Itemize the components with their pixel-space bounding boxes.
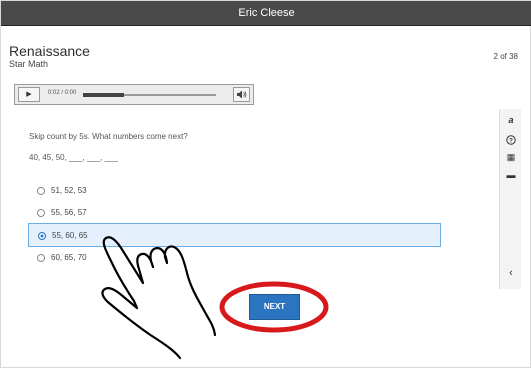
pointing-hand-icon xyxy=(101,236,217,360)
highlight-circle xyxy=(219,281,329,333)
app-window: Eric Cleese Renaissance Star Math 2 of 3… xyxy=(0,0,531,368)
annotation-overlay xyxy=(101,236,329,360)
